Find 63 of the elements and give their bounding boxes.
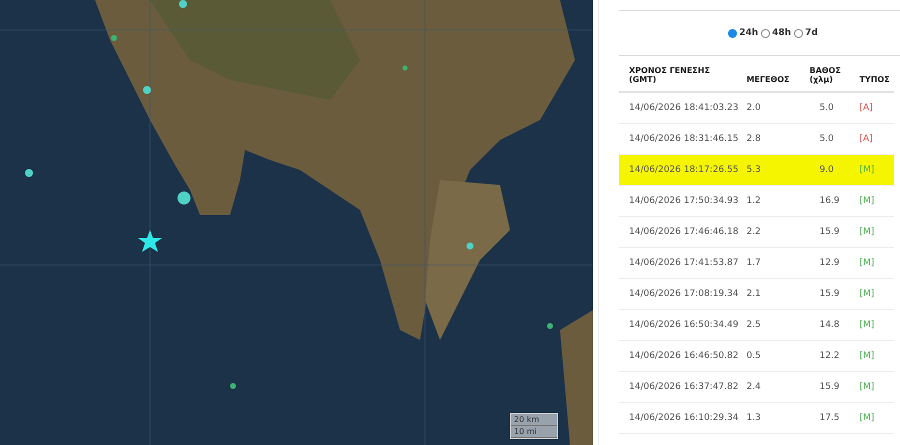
table-row[interactable]: 14/06/2026 18:41:03.23 2.0 5.0 [A] bbox=[619, 92, 894, 124]
table-cell: 5.3 bbox=[742, 154, 806, 186]
table-cell: 14/06/2026 17:41:53.87 bbox=[619, 248, 742, 278]
table-cell: 14/06/2026 16:50:34.49 bbox=[619, 310, 742, 340]
table-cell: 14.8 bbox=[805, 310, 856, 340]
table-cell: 2.0 bbox=[742, 92, 806, 124]
table-cell: 15.9 bbox=[805, 278, 856, 310]
table-cell: 14/06/2026 17:50:34.93 bbox=[619, 186, 742, 216]
table-cell: 5.0 bbox=[805, 92, 856, 124]
radio-label[interactable]: 24h bbox=[739, 28, 758, 38]
event-type: [M] bbox=[859, 320, 874, 330]
table-cell: 1.2 bbox=[742, 186, 806, 216]
table-cell: 15.9 bbox=[805, 216, 856, 248]
event-type: [M] bbox=[859, 258, 874, 268]
event-type: [M] bbox=[859, 227, 874, 237]
table-cell: 17.5 bbox=[805, 402, 856, 434]
event-type: [M] bbox=[859, 382, 874, 392]
table-cell: 2.4 bbox=[742, 372, 806, 402]
event-type: [A] bbox=[859, 134, 873, 144]
table-row[interactable]: 14/06/2026 17:08:19.34 2.1 15.9 [M] bbox=[619, 278, 894, 310]
table-cell: 2.2 bbox=[742, 216, 806, 248]
scale-label: 20 km bbox=[511, 414, 558, 426]
column-header: ΜΕΓΕΘΟΣ bbox=[742, 56, 806, 92]
table-cell: 2.1 bbox=[742, 278, 806, 310]
table-cell: 16.9 bbox=[805, 186, 856, 216]
table-row[interactable]: 14/06/2026 18:17:26.55 5.3 9.0 [M] bbox=[619, 154, 894, 186]
table-cell: 14/06/2026 17:46:46.18 bbox=[619, 216, 742, 248]
table-row[interactable]: 14/06/2026 16:50:34.49 2.5 14.8 [M] bbox=[619, 310, 894, 340]
radio-button[interactable] bbox=[761, 28, 770, 38]
table-cell: 1.7 bbox=[742, 248, 806, 278]
table-cell: 0.5 bbox=[742, 340, 806, 372]
table-row[interactable]: 14/06/2026 16:10:29.34 1.3 17.5 [M] bbox=[619, 402, 894, 434]
column-header: ΤΥΠΟΣ bbox=[855, 56, 894, 92]
table-cell: 14/06/2026 18:17:26.55 bbox=[619, 154, 742, 186]
radio-button[interactable] bbox=[728, 28, 738, 38]
table-cell: 15.9 bbox=[805, 372, 856, 402]
radio-label[interactable]: 48h bbox=[772, 28, 792, 38]
table-row[interactable]: 14/06/2026 17:41:53.87 1.7 12.9 [M] bbox=[619, 248, 894, 278]
table-cell: 12.9 bbox=[805, 248, 856, 278]
event-type: [M] bbox=[859, 165, 874, 175]
table-cell: 12.2 bbox=[805, 340, 856, 372]
table-row[interactable]: 14/06/2026 17:46:46.18 2.2 15.9 [M] bbox=[619, 216, 894, 248]
event-type: [A] bbox=[859, 103, 873, 113]
table-cell: 14/06/2026 16:37:47.82 bbox=[619, 372, 742, 402]
event-type: [M] bbox=[859, 413, 874, 423]
column-header: ΒΑΘΟΣ (χλμ) bbox=[805, 56, 856, 92]
table-cell: 14/06/2026 16:10:29.34 bbox=[619, 402, 742, 434]
radio-button[interactable] bbox=[794, 28, 804, 38]
event-type: [M] bbox=[859, 289, 874, 299]
table-row[interactable]: 14/06/2026 17:50:34.93 1.2 16.9 [M] bbox=[619, 186, 894, 216]
table-cell: 14/06/2026 17:08:19.34 bbox=[619, 278, 742, 310]
column-header: ΧΡΟΝΟΣ ΓΕΝΕΣΗΣ (GMT) bbox=[619, 56, 742, 92]
table-cell: 1.3 bbox=[742, 402, 806, 434]
table-cell: 9.0 bbox=[805, 154, 856, 186]
table-cell: 2.5 bbox=[742, 310, 806, 340]
scale-label: 10 mi bbox=[511, 426, 558, 438]
event-type: [M] bbox=[859, 351, 874, 361]
table-row[interactable]: 14/06/2026 16:37:47.82 2.4 15.9 [M] bbox=[619, 372, 894, 402]
radio-label[interactable]: 7d bbox=[805, 28, 818, 38]
table-cell: 14/06/2026 18:41:03.23 bbox=[619, 92, 742, 124]
table-cell: 14/06/2026 16:46:50.82 bbox=[619, 340, 742, 372]
table-row[interactable]: 14/06/2026 16:46:50.82 0.5 12.2 [M] bbox=[619, 340, 894, 372]
event-type: [M] bbox=[859, 196, 874, 206]
